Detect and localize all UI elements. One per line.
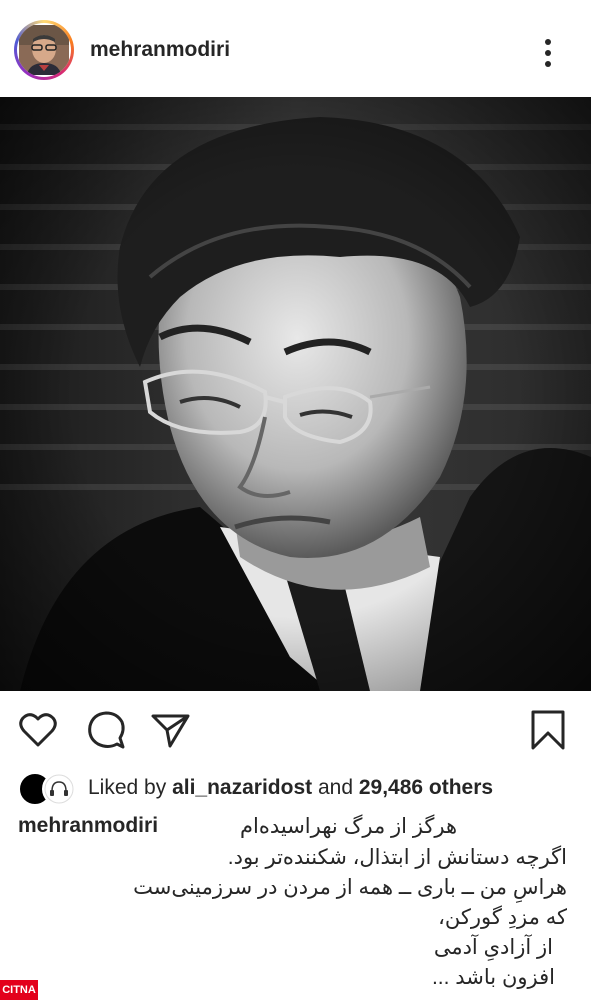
post-image[interactable] bbox=[0, 97, 591, 691]
post-header: mehranmodiri bbox=[0, 0, 591, 97]
likes-count[interactable]: 29,486 others bbox=[359, 776, 493, 799]
username[interactable]: mehranmodiri bbox=[90, 38, 230, 62]
bookmark-icon bbox=[531, 710, 565, 750]
likes-text: Liked by ali_nazaridost and 29,486 other… bbox=[88, 776, 493, 800]
caption-line: که مزدِ گورکن، bbox=[438, 906, 567, 929]
profile-photo bbox=[19, 25, 69, 75]
comment-button[interactable] bbox=[84, 708, 128, 752]
share-button[interactable] bbox=[148, 708, 192, 752]
caption-line: از آزادیِ آدمی bbox=[433, 936, 553, 959]
send-icon bbox=[151, 714, 190, 748]
like-button[interactable] bbox=[16, 708, 60, 752]
comment-icon bbox=[88, 711, 125, 749]
action-bar bbox=[0, 700, 591, 765]
caption-username[interactable]: mehranmodiri bbox=[18, 814, 158, 838]
save-button[interactable] bbox=[526, 708, 570, 752]
caption-line: افزون باشد ... bbox=[431, 966, 555, 989]
caption-first-line: هرگز از مرگ نهراسیده‌ام bbox=[240, 815, 458, 838]
more-options-button[interactable] bbox=[538, 37, 558, 71]
caption-line: هراسِ من ــ باری ــ همه از مردن در سرزمی… bbox=[133, 876, 567, 899]
portrait-photo bbox=[0, 97, 591, 691]
avatar[interactable] bbox=[17, 23, 71, 77]
heart-icon bbox=[19, 713, 57, 747]
caption-line: اگرچه دستانش از ابتذال، شکننده‌تر بود. bbox=[227, 846, 567, 869]
likes-middle: and bbox=[312, 776, 359, 799]
likes-row: Liked by ali_nazaridost and 29,486 other… bbox=[18, 770, 578, 806]
story-ring[interactable] bbox=[14, 20, 74, 80]
liker-username[interactable]: ali_nazaridost bbox=[172, 776, 312, 799]
likes-prefix: Liked by bbox=[88, 776, 173, 799]
more-vertical-icon bbox=[545, 39, 551, 67]
liker-avatar[interactable] bbox=[42, 772, 76, 806]
caption-body: اگرچه دستانش از ابتذال، شکننده‌تر بود. ه… bbox=[27, 843, 567, 993]
watermark-logo: CITNA bbox=[0, 980, 38, 1000]
headphones-logo-icon bbox=[44, 774, 74, 804]
